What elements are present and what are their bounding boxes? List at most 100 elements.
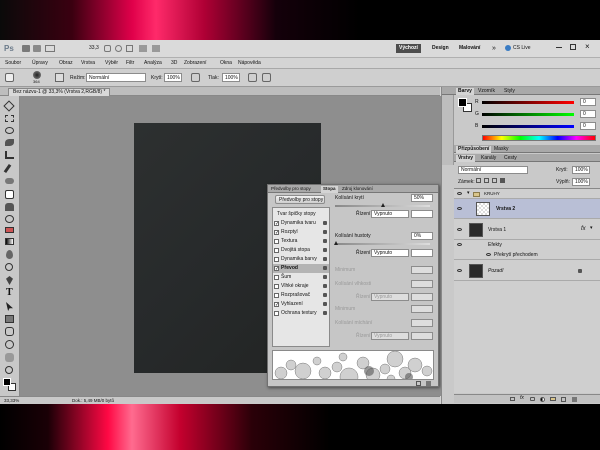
flow-input[interactable]: 100% — [222, 73, 240, 82]
quick-select-tool-icon[interactable] — [5, 139, 14, 146]
list-item[interactable]: Rozprašovač — [273, 291, 329, 300]
color-spectrum[interactable] — [482, 135, 596, 141]
bridge-icon[interactable] — [22, 45, 30, 52]
list-item[interactable]: Tvar špičky stopy — [273, 210, 329, 219]
mode-select[interactable]: Normální — [86, 73, 146, 82]
tab-styles[interactable]: Styly — [504, 89, 515, 94]
tab-layers[interactable]: Vrstvy — [456, 155, 476, 162]
guides-icon[interactable] — [45, 45, 55, 52]
checkbox[interactable] — [274, 257, 279, 262]
menu-zobrazeni[interactable]: Zobrazení — [184, 61, 207, 66]
lock-icon[interactable] — [323, 257, 327, 261]
brush-presets-button[interactable]: Předvolby pro stopy — [275, 195, 325, 204]
shape-tool-icon[interactable] — [5, 315, 14, 323]
layer-name[interactable]: Vrstva 2 — [496, 207, 515, 212]
control2-extra-input[interactable] — [411, 249, 433, 257]
control2-select[interactable]: Vypnuto — [371, 249, 409, 257]
workspace-painting[interactable]: Malování — [459, 46, 480, 51]
blend-mode-select[interactable]: Normální — [458, 166, 528, 174]
eye-icon[interactable] — [457, 228, 462, 231]
maximize-button[interactable] — [570, 44, 576, 50]
flow-jitter-input[interactable]: 0% — [411, 232, 433, 240]
3d-orbit-tool-icon[interactable] — [5, 340, 14, 349]
document-tab[interactable]: Bez názvu-1 @ 33,3% (Vrstva 2,RGB/8) * — [8, 88, 111, 96]
lock-icon[interactable] — [323, 266, 327, 270]
fx-badge[interactable]: fx — [581, 226, 586, 232]
checkbox[interactable] — [274, 302, 279, 307]
lock-icon[interactable] — [323, 275, 327, 279]
close-button[interactable]: × — [585, 43, 590, 51]
menu-filtr[interactable]: Filtr — [126, 61, 134, 66]
list-item[interactable]: Dynamika barvy — [273, 255, 329, 264]
checkbox[interactable] — [274, 239, 279, 244]
list-item[interactable]: Vyhlazení — [273, 300, 329, 309]
flow-jitter-slider[interactable] — [335, 243, 430, 245]
crop-tool-icon[interactable] — [5, 151, 14, 159]
tab-swatches[interactable]: Vzorník — [478, 89, 495, 94]
lock-icon[interactable] — [323, 293, 327, 297]
lasso-tool-icon[interactable] — [5, 127, 14, 134]
gradient-tool-icon[interactable] — [5, 238, 14, 245]
lock-icon[interactable] — [323, 221, 327, 225]
minibridge-icon[interactable] — [33, 45, 41, 52]
new-group-icon[interactable] — [550, 397, 556, 401]
checkbox[interactable] — [274, 284, 279, 289]
pressure-opacity-icon[interactable] — [191, 73, 200, 82]
tab-masks[interactable]: Masky — [494, 147, 508, 152]
fill-input[interactable]: 100% — [572, 178, 590, 186]
menu-vyber[interactable]: Výběr — [105, 61, 118, 66]
eyedropper-tool-icon[interactable] — [3, 163, 12, 174]
new-adjustment-icon[interactable] — [540, 397, 545, 402]
layer-row[interactable]: Vrstva 1 fx ▾ — [454, 220, 600, 240]
red-slider[interactable] — [482, 101, 574, 104]
layer-opacity-input[interactable]: 100% — [572, 166, 590, 174]
lock-icon[interactable] — [323, 239, 327, 243]
collapse-arrow-icon[interactable]: ▾ — [590, 226, 593, 231]
pressure-size-icon[interactable] — [262, 73, 271, 82]
brush-tool-icon[interactable] — [5, 190, 14, 199]
blur-tool-icon[interactable] — [6, 250, 13, 259]
zoom-level[interactable]: 33,3 — [89, 46, 99, 51]
zoom-tool-icon[interactable] — [5, 366, 13, 374]
green-input[interactable]: 0 — [580, 110, 596, 118]
eye-icon[interactable] — [457, 207, 462, 210]
delete-brush-icon[interactable] — [426, 381, 431, 386]
checkbox[interactable] — [274, 221, 279, 226]
status-zoom[interactable]: 33,33% — [4, 398, 19, 404]
checkbox[interactable] — [274, 266, 279, 271]
control-extra-input[interactable] — [411, 210, 433, 218]
airbrush-icon[interactable] — [248, 73, 257, 82]
tab-clone-source[interactable]: Zdroj klonování — [342, 186, 373, 192]
layer-row-group[interactable]: ▾ KRUHY — [454, 189, 600, 199]
menu-okna[interactable]: Okna — [220, 61, 232, 66]
3d-rotate-tool-icon[interactable] — [5, 327, 14, 336]
tab-paths[interactable]: Cesty — [504, 156, 517, 161]
brush-preview-icon[interactable] — [33, 71, 41, 79]
marquee-tool-icon[interactable] — [5, 115, 14, 122]
list-item[interactable]: Textura — [273, 237, 329, 246]
effects-row[interactable]: Efekty — [454, 240, 600, 250]
history-brush-tool-icon[interactable] — [5, 215, 14, 223]
lock-icon[interactable] — [323, 248, 327, 252]
layer-name[interactable]: Pozadí — [488, 269, 504, 274]
tab-color[interactable]: Barvy — [456, 88, 474, 95]
lock-icon[interactable] — [323, 230, 327, 234]
workspace-default[interactable]: Výchozí — [396, 44, 421, 53]
pen-tool-icon[interactable] — [6, 276, 13, 285]
healing-tool-icon[interactable] — [5, 178, 14, 184]
list-item[interactable]: Dynamika tvaru — [273, 219, 329, 228]
list-item[interactable]: Šum — [273, 273, 329, 282]
slider-thumb[interactable] — [381, 203, 385, 207]
arrange-icon[interactable] — [139, 45, 147, 52]
lock-icon[interactable] — [323, 284, 327, 288]
eraser-tool-icon[interactable] — [5, 227, 14, 233]
workspace-design[interactable]: Design — [432, 46, 449, 51]
checkbox[interactable] — [274, 293, 279, 298]
eye-icon[interactable] — [457, 269, 462, 272]
opacity-input[interactable]: 100% — [164, 73, 182, 82]
lock-icon[interactable] — [323, 311, 327, 315]
lock-position-icon[interactable] — [492, 178, 497, 183]
workspace-more[interactable]: » — [492, 45, 496, 52]
menu-obraz[interactable]: Obraz — [59, 61, 73, 66]
lock-icon[interactable] — [323, 302, 327, 306]
